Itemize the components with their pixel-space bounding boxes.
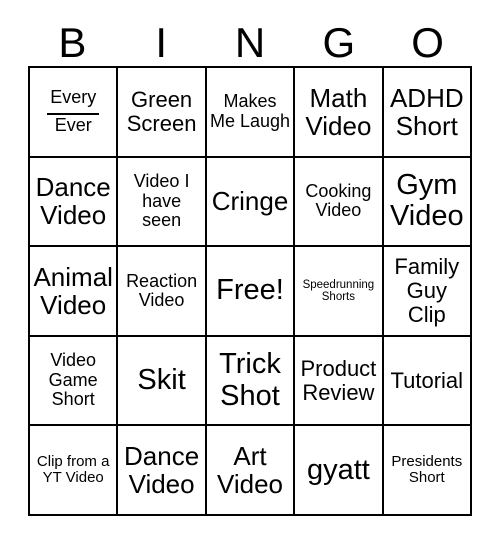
bingo-cell-text: Dance Video: [124, 441, 200, 500]
bingo-cell-r4c5[interactable]: Tutorial: [383, 336, 472, 427]
bingo-cell-line-2: Ever: [54, 114, 92, 135]
bingo-cell-r4c3[interactable]: Trick Shot: [206, 336, 296, 427]
bingo-cell-r2c3[interactable]: Cringe: [206, 157, 296, 248]
bingo-cell-text: Dance Video: [35, 172, 111, 231]
bingo-cell-r1c5[interactable]: ADHD Short: [383, 68, 472, 158]
bingo-cell-r2c2[interactable]: Video I have seen: [118, 157, 207, 248]
bingo-cell-text: ADHD Short: [389, 82, 464, 141]
bingo-cell-text: Trick Shot: [219, 348, 281, 412]
bingo-cell-r3c2[interactable]: Reaction Video: [118, 247, 207, 337]
bingo-cell-r1c3[interactable]: Makes Me Laugh: [206, 68, 296, 158]
bingo-cell-text: Presidents Short: [391, 453, 463, 487]
header-letter-b: B: [58, 19, 87, 66]
bingo-cell-r5c3[interactable]: Art Video: [206, 426, 296, 516]
bingo-cell-r5c1[interactable]: Clip from a YT Video: [30, 426, 119, 516]
bingo-cell-r3c4[interactable]: Speedrunning Shorts: [295, 247, 384, 337]
bingo-header-row: B I N G O: [28, 20, 472, 66]
bingo-cell-r5c5[interactable]: Presidents Short: [383, 426, 472, 516]
bingo-cell-r5c4[interactable]: gyatt: [295, 426, 384, 516]
header-letter-i: I: [155, 19, 168, 66]
bingo-cell-line-1: Every: [50, 87, 97, 108]
bingo-cell-text: Green Screen: [126, 87, 197, 136]
bingo-cell-text: Makes Me Laugh: [209, 91, 291, 131]
bingo-cell-free-space[interactable]: Free!: [206, 247, 296, 337]
bingo-cell-text: Tutorial: [390, 367, 464, 393]
bingo-cell-text: Clip from a YT Video: [36, 453, 110, 487]
bingo-cell-text: Cringe: [211, 186, 289, 217]
bingo-card: B I N G O Every Ever Green Screen Makes …: [0, 0, 500, 544]
bingo-cell-r2c1[interactable]: Dance Video: [30, 157, 119, 248]
bingo-cell-r3c1[interactable]: Animal Video: [30, 247, 119, 337]
bingo-cell-r2c5[interactable]: Gym Video: [383, 157, 472, 248]
bingo-cell-text: Family Guy Clip: [394, 254, 460, 327]
bingo-cell-text: Video Game Short: [48, 350, 98, 410]
bingo-cell-r4c4[interactable]: Product Review: [295, 336, 384, 427]
header-letter-g: G: [322, 19, 356, 66]
bingo-cell-text: Cooking Video: [305, 180, 372, 221]
bingo-cell-text: Free!: [216, 274, 284, 307]
header-letter-o: O: [411, 19, 444, 66]
header-letter-n: N: [234, 19, 266, 66]
bingo-cell-r3c5[interactable]: Family Guy Clip: [383, 247, 472, 337]
bingo-cell-text: Product Review: [300, 355, 377, 405]
bingo-cell-text: Gym Video: [389, 169, 464, 233]
bingo-cell-text: Reaction Video: [126, 270, 198, 310]
bingo-cell-text: Art Video: [216, 441, 283, 500]
bingo-cell-text: Animal Video: [33, 261, 113, 320]
bingo-cell-text: Every Ever: [33, 88, 113, 135]
bingo-cell-text: Speedrunning Shorts: [302, 278, 375, 303]
bingo-cell-r4c1[interactable]: Video Game Short: [30, 336, 119, 427]
bingo-cell-r2c4[interactable]: Cooking Video: [295, 157, 384, 248]
bingo-grid: Every Ever Green Screen Makes Me Laugh M…: [28, 66, 472, 516]
bingo-cell-text: gyatt: [306, 453, 370, 486]
bingo-cell-r5c2[interactable]: Dance Video: [118, 426, 207, 516]
bingo-cell-r4c2[interactable]: Skit: [118, 336, 207, 427]
bingo-cell-r1c4[interactable]: Math Video: [295, 68, 384, 158]
bingo-cell-r1c1[interactable]: Every Ever: [30, 68, 119, 158]
bingo-cell-text: Math Video: [305, 82, 372, 141]
bingo-cell-text: Video I have seen: [133, 171, 190, 231]
bingo-cell-r1c2[interactable]: Green Screen: [118, 68, 207, 158]
bingo-cell-text: Skit: [137, 363, 186, 396]
